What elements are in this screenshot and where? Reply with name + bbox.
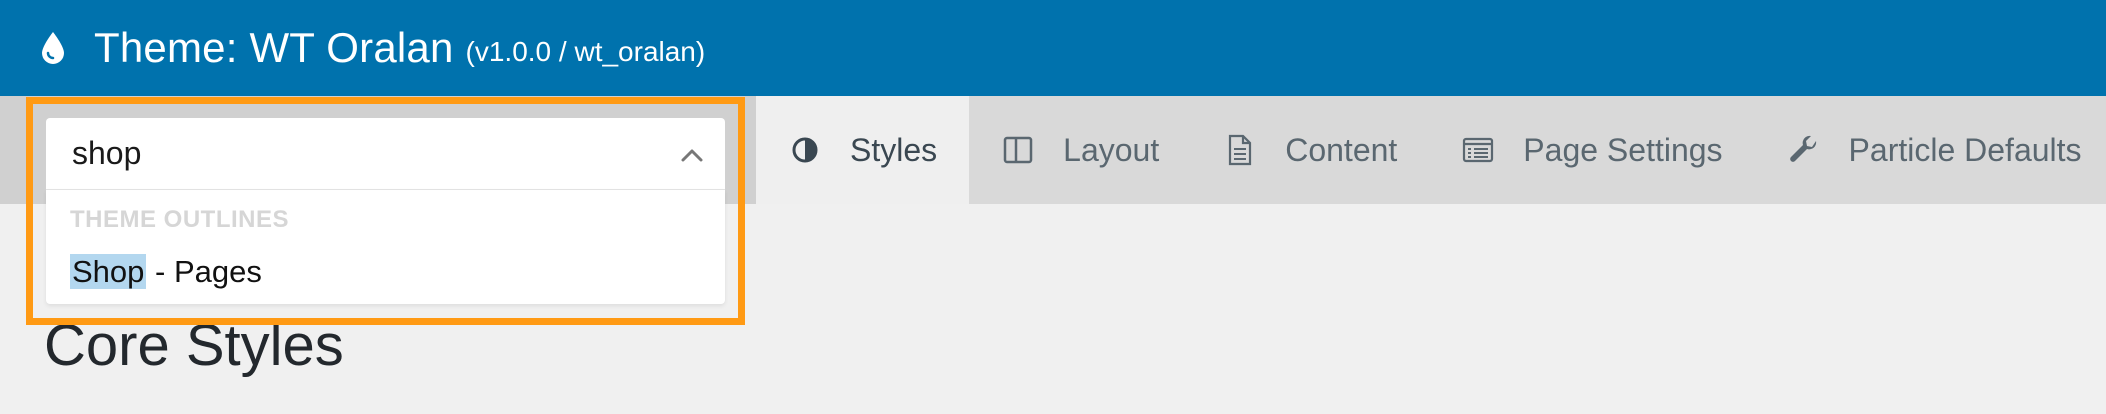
tab-label: Particle Defaults [1848, 131, 2082, 168]
wrench-icon [1787, 133, 1821, 167]
theme-title: Theme: WT Oralan [94, 24, 454, 71]
tab-page-settings[interactable]: Page Settings [1429, 96, 1754, 204]
tab-particle-defaults[interactable]: Particle Defaults [1755, 96, 2106, 204]
contrast-icon [788, 133, 822, 167]
outline-dropdown: THEME OUTLINES Shop - Pages [46, 190, 725, 304]
tab-styles[interactable]: Styles [756, 96, 970, 204]
app-header: Theme: WT Oralan (v1.0.0 / wt_oralan) [0, 0, 2106, 96]
tab-content[interactable]: Content [1191, 96, 1429, 204]
tab-label: Layout [1063, 131, 1160, 168]
option-rest: - Pages [146, 254, 262, 289]
theme-version: (v1.0.0 / wt_oralan) [465, 36, 706, 67]
layout-columns-icon [1001, 133, 1035, 167]
outline-option-shop-pages[interactable]: Shop - Pages [70, 254, 262, 290]
tab-label: Styles [850, 131, 938, 168]
page-settings-icon [1461, 133, 1495, 167]
outline-search-input[interactable]: shop [46, 118, 725, 190]
tab-bar: Styles Layout Content Page Settings Part… [756, 96, 2106, 204]
chevron-up-icon[interactable] [679, 142, 705, 168]
search-value: shop [72, 135, 142, 171]
document-icon [1223, 133, 1257, 167]
drop-icon [40, 30, 70, 66]
tab-layout[interactable]: Layout [969, 96, 1191, 204]
match-highlight: Shop [70, 254, 147, 289]
tab-label: Content [1285, 131, 1398, 168]
group-label: THEME OUTLINES [70, 206, 290, 233]
tab-label: Page Settings [1523, 131, 1723, 168]
